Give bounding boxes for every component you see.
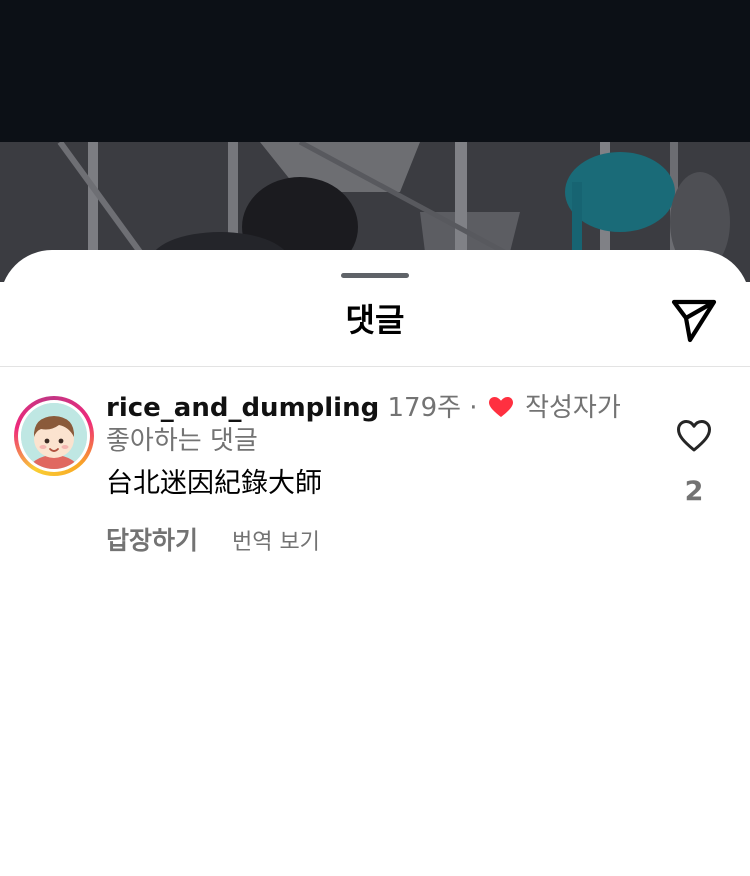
reply-button[interactable]: 답장하기 xyxy=(106,526,198,555)
sheet-title: 댓글 xyxy=(345,301,405,339)
send-icon[interactable] xyxy=(668,296,720,344)
header-divider xyxy=(0,366,750,367)
see-translation-button[interactable]: 번역 보기 xyxy=(232,530,320,555)
comment-text: 台北迷因紀錄大師 xyxy=(106,468,322,499)
meta-separator: · xyxy=(469,393,478,423)
heart-icon xyxy=(488,394,514,417)
comment-meta: rice_and_dumpling 179주 · 작성자가 좋아하는 댓글 xyxy=(106,392,636,458)
drag-handle[interactable] xyxy=(341,273,409,278)
username[interactable]: rice_and_dumpling xyxy=(106,393,379,423)
video-top-area xyxy=(0,0,750,142)
story-ring[interactable] xyxy=(14,396,94,476)
like-count: 2 xyxy=(684,476,704,507)
comment-actions: 답장하기 번역 보기 xyxy=(106,524,320,560)
avatar[interactable] xyxy=(21,403,87,469)
comment-item: rice_and_dumpling 179주 · 작성자가 좋아하는 댓글 台北… xyxy=(0,392,750,562)
heart-outline-icon[interactable] xyxy=(676,419,712,453)
comment-time: 179주 xyxy=(387,393,462,423)
comments-sheet: 댓글 rice_and_dumpling 179주 · 작성자가 좋아하는 댓글… xyxy=(0,250,750,876)
